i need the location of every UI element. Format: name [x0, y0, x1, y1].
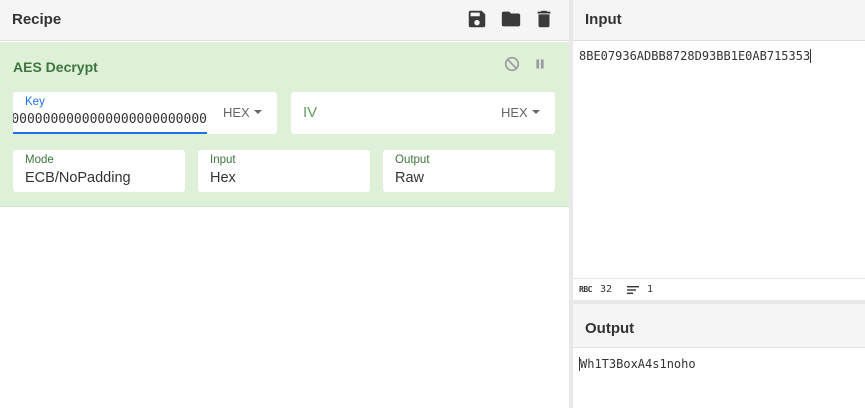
mode-value: ECB/NoPadding	[25, 170, 131, 186]
trash-icon[interactable]	[533, 8, 555, 30]
length-icon: RBC	[579, 285, 592, 294]
lines-value: 1	[647, 284, 654, 295]
input-format-label: Input	[210, 154, 236, 166]
input-header: Input	[573, 0, 865, 41]
key-field[interactable]: Key 0000000000000000000000000000000 HEX	[13, 92, 277, 134]
pause-icon[interactable]	[531, 55, 549, 73]
mode-label: Mode	[25, 154, 54, 166]
text-cursor	[810, 49, 812, 63]
iv-input[interactable]: IV	[303, 104, 317, 121]
folder-icon[interactable]	[500, 8, 522, 30]
iv-field[interactable]: IV HEX	[291, 92, 555, 134]
output-format-label: Output	[395, 154, 430, 166]
operation-title: AES Decrypt	[13, 59, 98, 75]
chevron-down-icon	[531, 110, 540, 114]
lines-icon	[627, 285, 639, 294]
length-stat: RBC 32	[579, 284, 612, 295]
lines-stat: 1	[627, 284, 653, 295]
output-panel: Output Wh1T3BoxA4s1noho	[573, 304, 865, 408]
input-status-bar: RBC 32 1	[573, 278, 865, 300]
output-format-select[interactable]: Output Raw	[383, 150, 555, 192]
input-title: Input	[585, 11, 622, 28]
output-format-value: Raw	[395, 170, 425, 186]
input-format-value: Hex	[210, 170, 236, 186]
input-format-select[interactable]: Input Hex	[198, 150, 370, 192]
output-header: Output	[573, 304, 865, 348]
output-textarea[interactable]: Wh1T3BoxA4s1noho	[579, 357, 696, 371]
key-label: Key	[25, 96, 45, 108]
mode-select[interactable]: Mode ECB/NoPadding	[13, 150, 185, 192]
key-input[interactable]: 0000000000000000000000000000000	[13, 112, 207, 127]
input-textarea[interactable]: 8BE07936ADBB8728D93BB1E0AB715353	[579, 49, 812, 63]
chevron-down-icon	[253, 110, 262, 114]
recipe-title: Recipe	[12, 11, 62, 28]
disable-icon[interactable]	[503, 55, 521, 73]
recipe-panel: Recipe AES Decrypt Key 00000000000000000…	[0, 0, 569, 408]
output-title: Output	[585, 320, 635, 337]
save-icon[interactable]	[466, 8, 488, 30]
iv-format-dropdown[interactable]: HEX	[501, 105, 540, 120]
key-focus-underline	[13, 132, 207, 134]
input-panel: Input 8BE07936ADBB8728D93BB1E0AB715353 R…	[573, 0, 865, 300]
aes-decrypt-operation[interactable]: AES Decrypt Key 000000000000000000000000…	[0, 42, 569, 207]
key-format-dropdown[interactable]: HEX	[223, 105, 262, 120]
recipe-header: Recipe	[0, 0, 569, 41]
length-value: 32	[599, 284, 612, 295]
